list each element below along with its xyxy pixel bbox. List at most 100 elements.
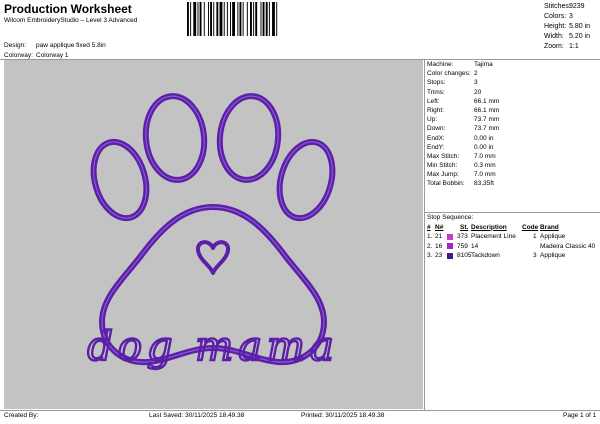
toe-outer-left [90, 138, 150, 222]
property-value: 73.7 mm [474, 125, 500, 133]
stop-description: Tackdown [471, 252, 500, 259]
stop-sequence-rows: 1. 21 373 Placement Line 1 Applique 2. 16 759 14 M… [427, 232, 599, 261]
stop-st: 759 [457, 242, 468, 250]
barcode-bar [242, 2, 244, 36]
stop-code: 1 [533, 233, 537, 240]
barcode-bar [272, 2, 275, 36]
barcode-bar [246, 2, 248, 36]
barcode-bar [268, 2, 270, 36]
property-value: 83.35ft [474, 180, 494, 188]
page-number: Page 1 of 1 [563, 412, 597, 419]
barcode-bar [219, 2, 223, 36]
col-stitches: St. [460, 223, 469, 231]
property-row: Min Stitch: 0.3 mm [427, 161, 599, 170]
stat-width: Width: 5.20 in [544, 33, 591, 40]
toe-inner-left [142, 93, 208, 183]
barcode-bar [197, 2, 199, 36]
col-code: Code [522, 223, 539, 231]
stop-st: 8105 [457, 252, 472, 259]
footer-divider [0, 410, 600, 411]
worksheet-title: Production Worksheet [4, 2, 132, 16]
toe-outer-right [276, 138, 336, 222]
stop-sequence-header: # N# St. Description Code Brand [427, 223, 599, 233]
property-label: Up: [427, 116, 438, 124]
property-value: 2 [474, 70, 478, 78]
barcode-bar [260, 2, 262, 36]
stop-st: 373 [457, 233, 468, 240]
dog-mama-lettering: dog mama [87, 324, 339, 370]
stop-row: 2. 16 759 14 Madeira Classic 40 [427, 242, 599, 252]
barcode-bar [250, 2, 252, 36]
design-name-row: Design: paw applique fixed 5.8in [4, 42, 106, 49]
barcode-bar [262, 2, 265, 36]
barcode-bar [199, 2, 202, 36]
property-label: Total Bobbin: [427, 180, 465, 188]
barcode-bar [210, 2, 212, 36]
barcode-bar [255, 2, 258, 36]
barcode-bar [230, 2, 231, 36]
col-brand: Brand [540, 223, 559, 231]
property-label: Right: [427, 106, 444, 114]
property-row: EndX: 0.00 in [427, 134, 599, 143]
barcode-bar [265, 2, 268, 36]
printed-date: Printed: 30/11/2025 18.49.38 [301, 412, 385, 419]
stop-n: 23 [435, 252, 443, 259]
property-value: 3 [474, 79, 478, 87]
design-stats: Stitches:9239 Colors: 3 Height: 5.80 in Wi… [544, 2, 600, 52]
property-row: Right: 66.1 mm [427, 106, 599, 115]
barcode-bar [193, 2, 197, 36]
property-value: 7.0 mm [474, 171, 496, 179]
stop-row: 1. 21 373 Placement Line 1 Applique [427, 232, 599, 242]
col-number: # [427, 223, 431, 231]
property-value: 0.00 in [474, 143, 494, 151]
panel-divider [424, 59, 425, 410]
stop-description: 14 [471, 242, 479, 250]
barcode-bar [216, 2, 219, 36]
stop-num: 2. [427, 242, 433, 250]
property-row: Max Jump: 7.0 mm [427, 170, 599, 179]
stop-num: 1. [427, 233, 433, 240]
stop-num: 3. [427, 252, 433, 259]
property-row: Left: 66.1 mm [427, 97, 599, 106]
stop-brand: Applique [540, 233, 566, 240]
barcode [187, 2, 278, 36]
toe-inner-right [216, 93, 282, 183]
property-row: Machine: Tajima [427, 60, 599, 69]
stop-brand: Applique [540, 252, 566, 259]
property-value: 66.1 mm [474, 97, 500, 105]
barcode-bar [276, 2, 278, 36]
stop-sequence-title: Stop Sequence: [427, 214, 474, 221]
property-row: Max Stitch: 7.0 mm [427, 152, 599, 161]
barcode-bar [213, 2, 215, 36]
property-label: EndX: [427, 134, 445, 142]
property-value: 0.3 mm [474, 162, 496, 170]
barcode-bar [203, 2, 205, 36]
property-label: Stops: [427, 79, 446, 87]
barcode-bar [223, 2, 225, 36]
stop-description: Placement Line [471, 233, 516, 240]
property-label: Min Stitch: [427, 162, 458, 170]
barcode-bar [239, 2, 242, 36]
heart-icon [196, 240, 230, 275]
stop-n: 21 [435, 233, 443, 240]
design-info: Design: paw applique fixed 5.8in Colorway… [4, 41, 106, 61]
paw-artwork: dog mama [86, 93, 339, 371]
last-saved: Last Saved: 30/11/2025 18.49.38 [149, 412, 245, 419]
property-value: 66.1 mm [474, 106, 500, 114]
property-value: Tajima [474, 61, 493, 68]
barcode-bar [190, 2, 192, 36]
col-description: Description [471, 223, 507, 231]
stop-row: 3. 23 8105 Tackdown 3 Applique [427, 251, 599, 261]
created-by: Created By: [4, 412, 39, 419]
property-label: Trims: [427, 88, 445, 96]
property-label: Machine: [427, 61, 454, 68]
property-row: Down: 73.7 mm [427, 124, 599, 133]
property-label: Left: [427, 97, 440, 105]
property-row: Up: 73.7 mm [427, 115, 599, 124]
col-needle: N# [435, 223, 444, 231]
barcode-bar [187, 2, 189, 36]
property-label: EndY: [427, 143, 445, 151]
stop-sequence: Stop Sequence: # N# St. Description Code… [427, 213, 599, 261]
thread-color-swatch [447, 252, 453, 259]
software-name: Wilcom EmbroideryStudio – Level 3 Advanc… [4, 17, 138, 24]
